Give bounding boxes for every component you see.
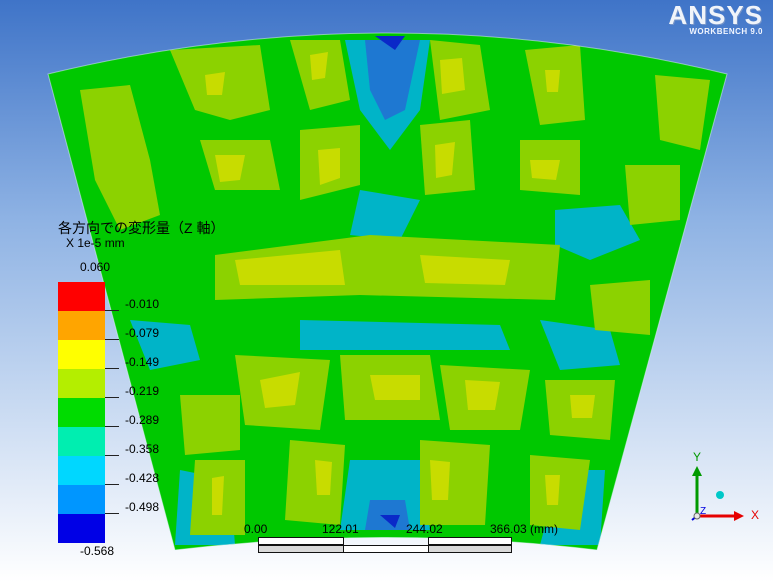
legend-swatch [58,398,105,427]
x-axis-label: X [751,508,760,522]
legend-level-label: -0.079 [125,326,160,340]
contour-region-yellow [465,380,500,410]
contour-region-yellow [530,160,560,180]
legend-tick [105,310,119,311]
legend-level-label: -0.289 [125,413,160,427]
contour-region-yellow [435,142,455,178]
logo-brand-text: ANSYS [668,0,763,30]
legend-level-label: -0.358 [125,442,160,456]
model-viewport[interactable] [0,0,773,582]
scale-bar [258,537,512,557]
contour-region-yellow [315,460,332,495]
z-axis-label: Z [700,506,707,517]
legend-swatch [58,340,105,369]
contour-region-yellowgreen [285,440,345,525]
legend-min-value: -0.568 [80,544,115,558]
legend-tick [105,513,119,514]
legend-swatch [58,514,105,543]
x-axis-arrowhead [734,511,744,521]
legend-level-label: -0.498 [125,500,160,514]
legend-max-value: 0.060 [80,260,111,274]
scale-label: 0.00 [244,522,268,536]
contour-region-yellow [430,460,450,500]
scale-label: 366.03 (mm) [490,522,559,536]
contour-region-yellow [545,70,560,92]
legend-swatch [58,369,105,398]
contour-region-yellowgreen [530,455,590,530]
contour-region-yellow [545,475,560,505]
contour-region-yellow [370,375,420,400]
contour-region-yellowgreen [180,395,240,455]
legend-level-label: -0.010 [125,297,160,311]
contour-region-yellowgreen [625,165,680,225]
legend-swatch [58,456,105,485]
legend-level-label: -0.219 [125,384,160,398]
contour-region-yellow [570,395,595,418]
legend-tick [105,339,119,340]
legend-swatch [58,485,105,514]
legend-color-bar [58,282,105,543]
legend-tick [105,455,119,456]
contour-region-yellow [205,72,225,95]
scale-label: 244.02 [406,522,443,536]
scale-segment [428,545,512,553]
contour-region-yellowgreen [590,280,650,335]
triad-rotation-handle [716,491,724,499]
contour-region-yellow [212,476,224,515]
contour-region-yellowgreen [420,440,490,525]
legend-tick [105,426,119,427]
contour-region-teal [300,320,510,350]
scale-segment [258,537,344,545]
coordinate-triad[interactable]: Y X Z [680,450,770,530]
legend-swatch [58,282,105,311]
y-axis-arrowhead [692,466,702,476]
legend-level-label: -0.428 [125,471,160,485]
contour-region-yellow [440,58,465,94]
legend-title: 各方向での変形量（Z 軸） [58,220,225,236]
legend-tick [105,397,119,398]
scale-segment [343,545,429,553]
scale-segment [258,545,344,553]
scale-segment [428,537,512,545]
ansys-logo: ANSYS WORKBENCH 9.0 [668,2,763,36]
y-axis-label: Y [693,450,702,464]
legend-swatch [58,311,105,340]
legend-level-label: -0.149 [125,355,160,369]
scale-label: 122.01 [322,522,359,536]
legend-tick [105,484,119,485]
legend-tick [105,368,119,369]
legend-swatch [58,427,105,456]
legend-units: X 1e-5 mm [66,236,125,250]
contour-region-yellow [420,255,510,285]
